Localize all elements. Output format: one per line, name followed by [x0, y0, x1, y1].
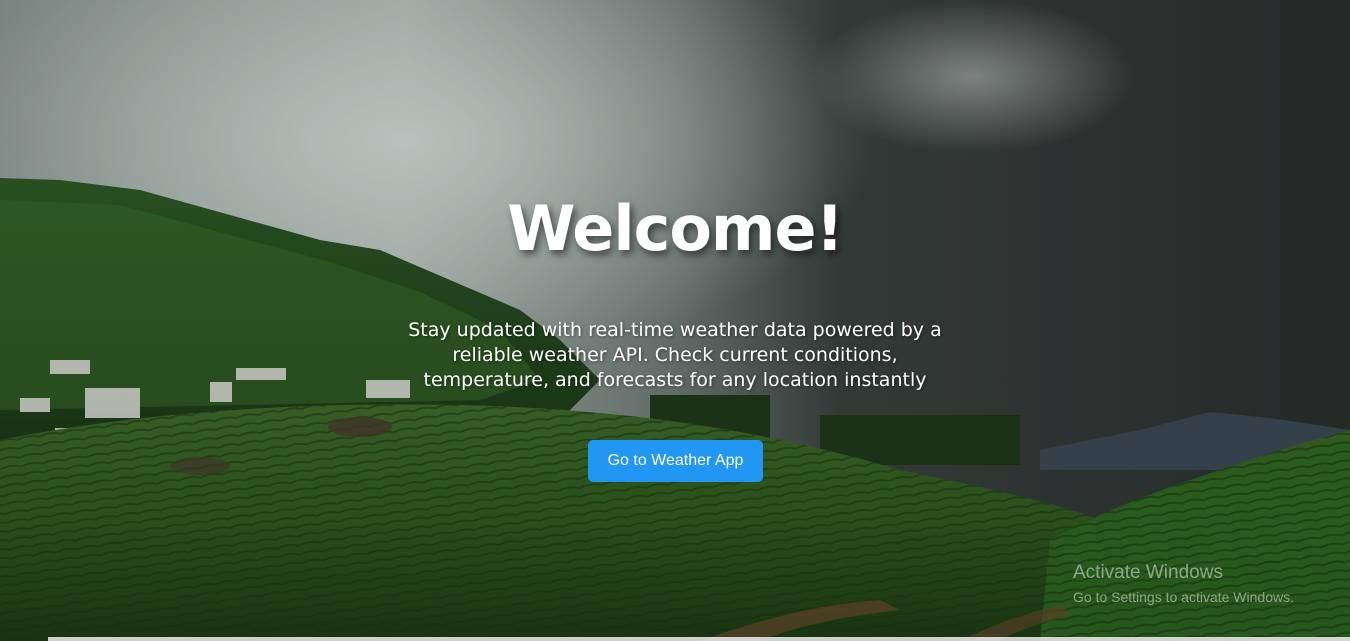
hero-content: Welcome! Stay updated with real-time wea…: [0, 0, 1350, 641]
activate-windows-watermark: Activate Windows Go to Settings to activ…: [1073, 562, 1294, 606]
hero-description: Stay updated with real-time weather data…: [408, 319, 942, 391]
hero-section: Welcome! Stay updated with real-time wea…: [0, 0, 1350, 641]
welcome-title: Welcome!: [507, 192, 844, 265]
watermark-title: Activate Windows: [1073, 562, 1223, 583]
bottom-border: [48, 637, 1350, 641]
go-to-weather-app-button[interactable]: Go to Weather App: [588, 440, 763, 482]
watermark-subtitle: Go to Settings to activate Windows.: [1073, 589, 1294, 605]
